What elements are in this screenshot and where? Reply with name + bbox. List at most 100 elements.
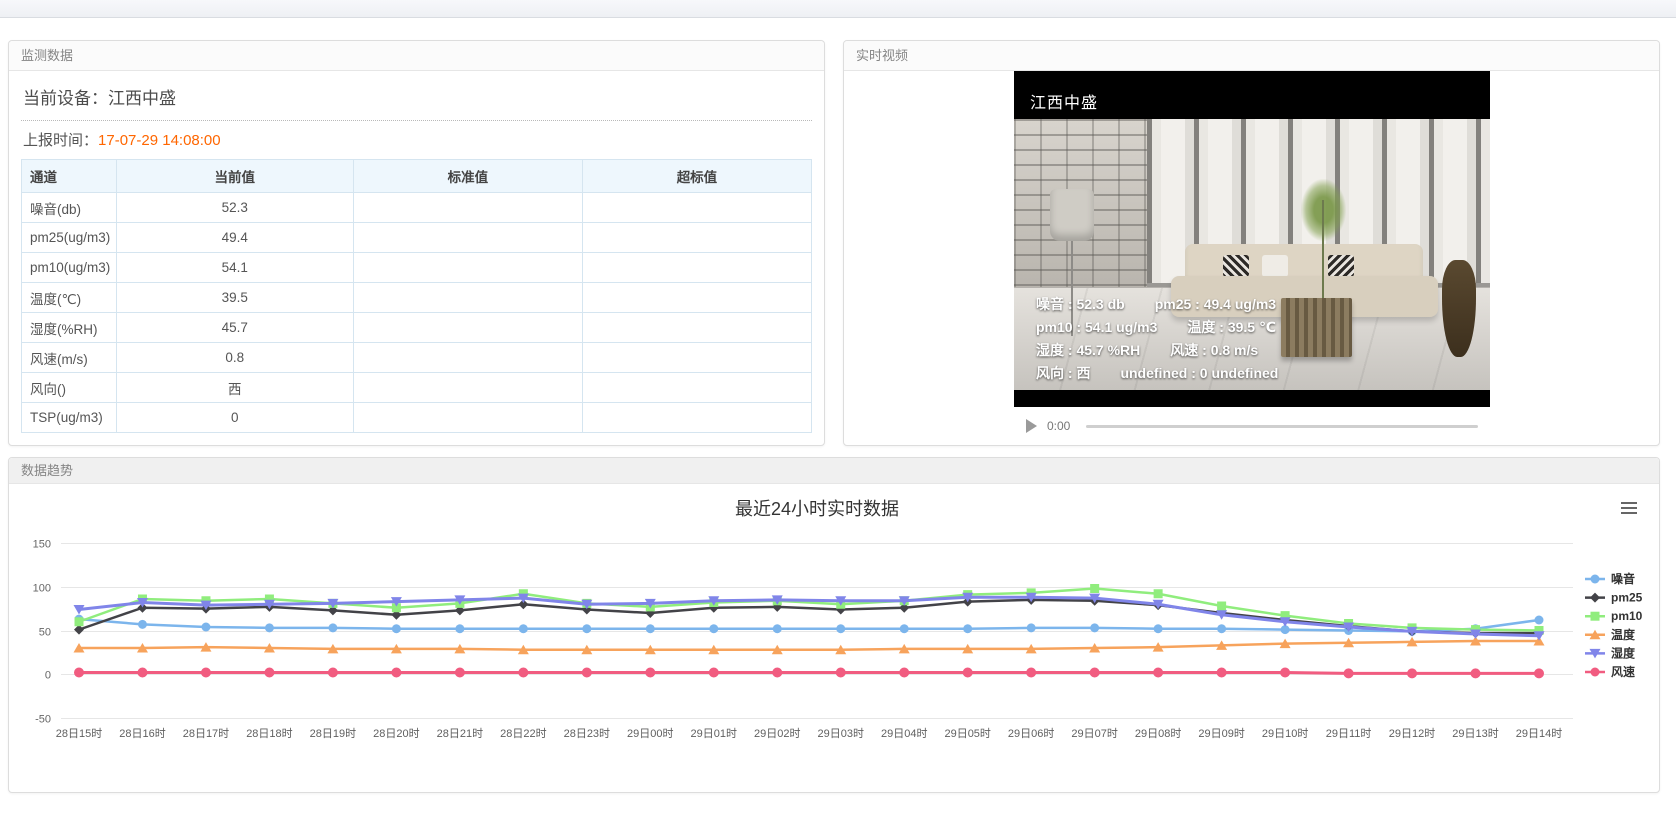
table-cell-current: 52.3 xyxy=(116,193,353,223)
table-cell-exceed xyxy=(582,193,811,223)
table-cell-exceed xyxy=(582,373,811,403)
table-row: 风向()西 xyxy=(22,373,812,403)
plant-stem xyxy=(1322,200,1324,298)
x-axis-label: 29日07时 xyxy=(1071,727,1117,740)
x-axis-label: 28日21时 xyxy=(437,727,483,740)
video-panel-header: 实时视频 xyxy=(844,41,1659,71)
table-cell-exceed xyxy=(582,223,811,253)
x-axis-label: 28日16时 xyxy=(119,727,165,740)
legend-item[interactable]: pm10 xyxy=(1585,609,1643,623)
table-cell-channel: 湿度(%RH) xyxy=(22,313,117,343)
sofa-pillow xyxy=(1223,255,1249,277)
table-cell-channel: 风向() xyxy=(22,373,117,403)
legend-label: 风速 xyxy=(1611,664,1635,679)
x-axis-label: 29日00时 xyxy=(627,727,673,740)
table-cell-current: 0.8 xyxy=(116,343,353,373)
table-cell-channel: 温度(℃) xyxy=(22,283,117,313)
table-row: 温度(℃)39.5 xyxy=(22,283,812,313)
sensor-overlay-right: 温度 : 39.5 ℃ xyxy=(1187,316,1276,339)
series-温度 xyxy=(74,636,1545,654)
y-axis-label: 150 xyxy=(33,539,51,551)
x-axis-label: 28日18时 xyxy=(246,727,292,740)
chart-title: 最近24小时实时数据 xyxy=(735,499,899,519)
table-row: TSP(ug/m3)0 xyxy=(22,403,812,433)
sensor-overlay-right: 风速 : 0.8 m/s xyxy=(1170,339,1258,362)
x-axis-label: 29日06时 xyxy=(1008,727,1054,740)
y-axis-label: 0 xyxy=(45,670,51,682)
trend-chart: 最近24小时实时数据150100500-5028日15时28日16时28日17时… xyxy=(9,484,1659,793)
sensor-overlay-right: undefined : 0 undefined xyxy=(1120,362,1278,385)
series-风速 xyxy=(74,668,1544,679)
legend-item[interactable]: pm25 xyxy=(1585,591,1643,605)
y-axis-label: 50 xyxy=(39,627,51,639)
legend-label: pm10 xyxy=(1611,609,1643,623)
trend-chart-svg: 最近24小时实时数据150100500-5028日15时28日16时28日17时… xyxy=(9,484,1659,793)
monitor-table-header-cell: 超标值 xyxy=(582,160,811,193)
table-cell-standard xyxy=(353,283,582,313)
video-controls: 0:00 xyxy=(1014,413,1490,439)
x-axis-labels: 28日15时28日16时28日17时28日18时28日19时28日20时28日2… xyxy=(56,727,1562,740)
x-axis-label: 29日10时 xyxy=(1262,727,1308,740)
x-axis-label: 29日08时 xyxy=(1135,727,1181,740)
play-icon[interactable] xyxy=(1026,419,1037,433)
table-cell-exceed xyxy=(582,403,811,433)
legend-item[interactable]: 噪音 xyxy=(1585,571,1635,586)
legend-label: pm25 xyxy=(1611,591,1643,605)
table-cell-standard xyxy=(353,193,582,223)
sensor-overlay-right: pm25 : 49.4 ug/m3 xyxy=(1155,293,1276,316)
x-axis-label: 29日12时 xyxy=(1389,727,1435,740)
table-row: 风速(m/s)0.8 xyxy=(22,343,812,373)
x-axis-label: 28日15时 xyxy=(56,727,102,740)
monitor-panel-header: 监测数据 xyxy=(9,41,824,71)
trend-panel-title: 数据趋势 xyxy=(21,463,73,478)
hamburger-menu-icon[interactable] xyxy=(1621,502,1637,516)
table-cell-standard xyxy=(353,403,582,433)
side-table xyxy=(1281,298,1352,358)
monitor-panel: 监测数据 当前设备：江西中盛 上报时间：17-07-29 14:08:00 通道… xyxy=(8,40,825,446)
table-cell-exceed xyxy=(582,253,811,283)
video-time: 0:00 xyxy=(1047,419,1070,433)
table-cell-channel: pm10(ug/m3) xyxy=(22,253,117,283)
x-axis-label: 29日04时 xyxy=(881,727,927,740)
video-progress-bar[interactable] xyxy=(1086,425,1478,428)
y-axis-label: -50 xyxy=(35,714,51,726)
sensor-overlay-left: pm10 : 54.1 ug/m3 xyxy=(1036,316,1157,339)
sensor-overlay-row: 噪音 : 52.3 dbpm25 : 49.4 ug/m3 xyxy=(1036,293,1278,316)
report-time-value: 17-07-29 14:08:00 xyxy=(98,132,221,149)
legend-item[interactable]: 风速 xyxy=(1585,664,1635,679)
monitor-panel-title: 监测数据 xyxy=(21,48,73,63)
plant xyxy=(1295,179,1352,298)
table-cell-current: 49.4 xyxy=(116,223,353,253)
trend-panel-header: 数据趋势 xyxy=(9,458,1659,484)
x-axis-label: 29日01时 xyxy=(691,727,737,740)
x-axis-label: 28日20时 xyxy=(373,727,419,740)
table-cell-exceed xyxy=(582,283,811,313)
x-axis-label: 28日22时 xyxy=(500,727,546,740)
top-strip xyxy=(0,0,1676,18)
x-axis-label: 29日09时 xyxy=(1198,727,1244,740)
lamp-shade xyxy=(1050,189,1094,241)
table-row: pm25(ug/m3)49.4 xyxy=(22,223,812,253)
monitor-panel-body: 当前设备：江西中盛 上报时间：17-07-29 14:08:00 通道当前值标准… xyxy=(9,71,824,433)
x-axis-label: 29日13时 xyxy=(1452,727,1498,740)
sensor-overlay-row: pm10 : 54.1 ug/m3 温度 : 39.5 ℃ xyxy=(1036,316,1278,339)
y-axis-label: 100 xyxy=(33,583,51,595)
video-panel-title: 实时视频 xyxy=(856,48,908,63)
video-player[interactable]: 江西中盛 噪音 : 52.3 dbpm25 : 49.4 ug/m3pm10 :… xyxy=(1014,71,1490,407)
monitor-table-body: 噪音(db)52.3pm25(ug/m3)49.4pm10(ug/m3)54.1… xyxy=(22,193,812,433)
sensor-overlay-left: 风向 : 西 xyxy=(1036,362,1090,385)
current-device-label: 当前设备：江西中盛 xyxy=(21,77,812,121)
table-cell-current: 西 xyxy=(116,373,353,403)
table-cell-channel: pm25(ug/m3) xyxy=(22,223,117,253)
table-cell-channel: 噪音(db) xyxy=(22,193,117,223)
monitor-table-header-cell: 通道 xyxy=(22,160,117,193)
table-row: pm10(ug/m3)54.1 xyxy=(22,253,812,283)
table-cell-channel: TSP(ug/m3) xyxy=(22,403,117,433)
legend-item[interactable]: 湿度 xyxy=(1585,645,1636,660)
table-row: 湿度(%RH)45.7 xyxy=(22,313,812,343)
legend-label: 噪音 xyxy=(1611,571,1635,586)
x-axis-label: 29日14时 xyxy=(1516,727,1562,740)
legend-item[interactable]: 温度 xyxy=(1585,627,1636,642)
table-cell-current: 39.5 xyxy=(116,283,353,313)
table-cell-exceed xyxy=(582,343,811,373)
